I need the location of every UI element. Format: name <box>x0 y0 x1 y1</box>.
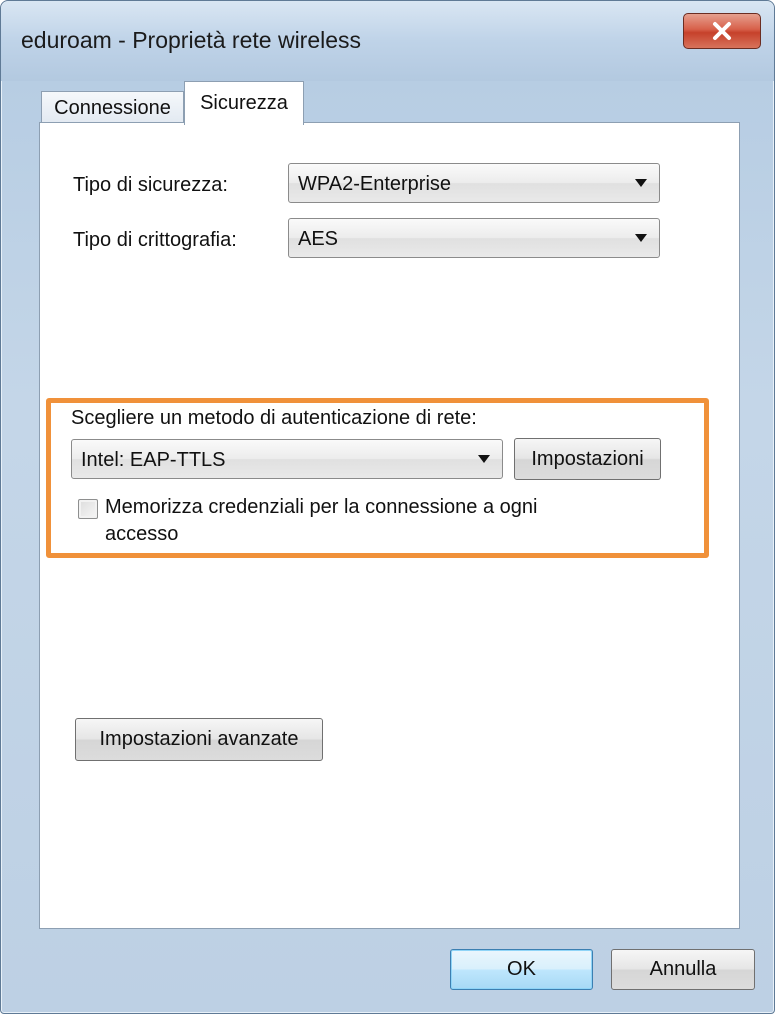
dialog-window: eduroam - Proprietà rete wireless Connes… <box>0 0 775 1014</box>
tab-sicurezza[interactable]: Sicurezza <box>184 81 304 125</box>
close-icon <box>713 22 731 40</box>
remember-credentials-checkbox[interactable] <box>78 499 98 519</box>
auth-settings-button[interactable]: Impostazioni <box>514 438 661 480</box>
cancel-button[interactable]: Annulla <box>611 949 755 990</box>
dropdown-arrow-icon <box>635 234 647 242</box>
auth-method-dropdown[interactable]: Intel: EAP-TTLS <box>71 439 503 479</box>
remember-credentials-label-line1: Memorizza credenziali per la connessione… <box>105 496 538 518</box>
tab-strip: Connessione Sicurezza <box>41 81 741 125</box>
advanced-settings-button[interactable]: Impostazioni avanzate <box>75 718 323 761</box>
remember-credentials-label-line2: accesso <box>105 523 179 545</box>
auth-method-value: Intel: EAP-TTLS <box>81 449 226 471</box>
ok-button[interactable]: OK <box>450 949 593 990</box>
window-title: eduroam - Proprietà rete wireless <box>21 27 362 53</box>
encryption-type-value: AES <box>298 228 339 250</box>
security-type-label: Tipo di sicurezza: <box>73 174 228 196</box>
security-type-value: WPA2-Enterprise <box>298 173 452 195</box>
close-button[interactable] <box>683 13 761 49</box>
encryption-type-label: Tipo di crittografia: <box>73 229 237 251</box>
auth-method-label: Scegliere un metodo di autenticazione di… <box>71 407 477 429</box>
dropdown-arrow-icon <box>478 455 490 463</box>
tab-connessione[interactable]: Connessione <box>41 91 184 124</box>
encryption-type-dropdown[interactable]: AES <box>288 218 660 258</box>
security-type-dropdown[interactable]: WPA2-Enterprise <box>288 163 660 203</box>
dropdown-arrow-icon <box>635 179 647 187</box>
title-bar[interactable]: eduroam - Proprietà rete wireless <box>1 1 774 81</box>
